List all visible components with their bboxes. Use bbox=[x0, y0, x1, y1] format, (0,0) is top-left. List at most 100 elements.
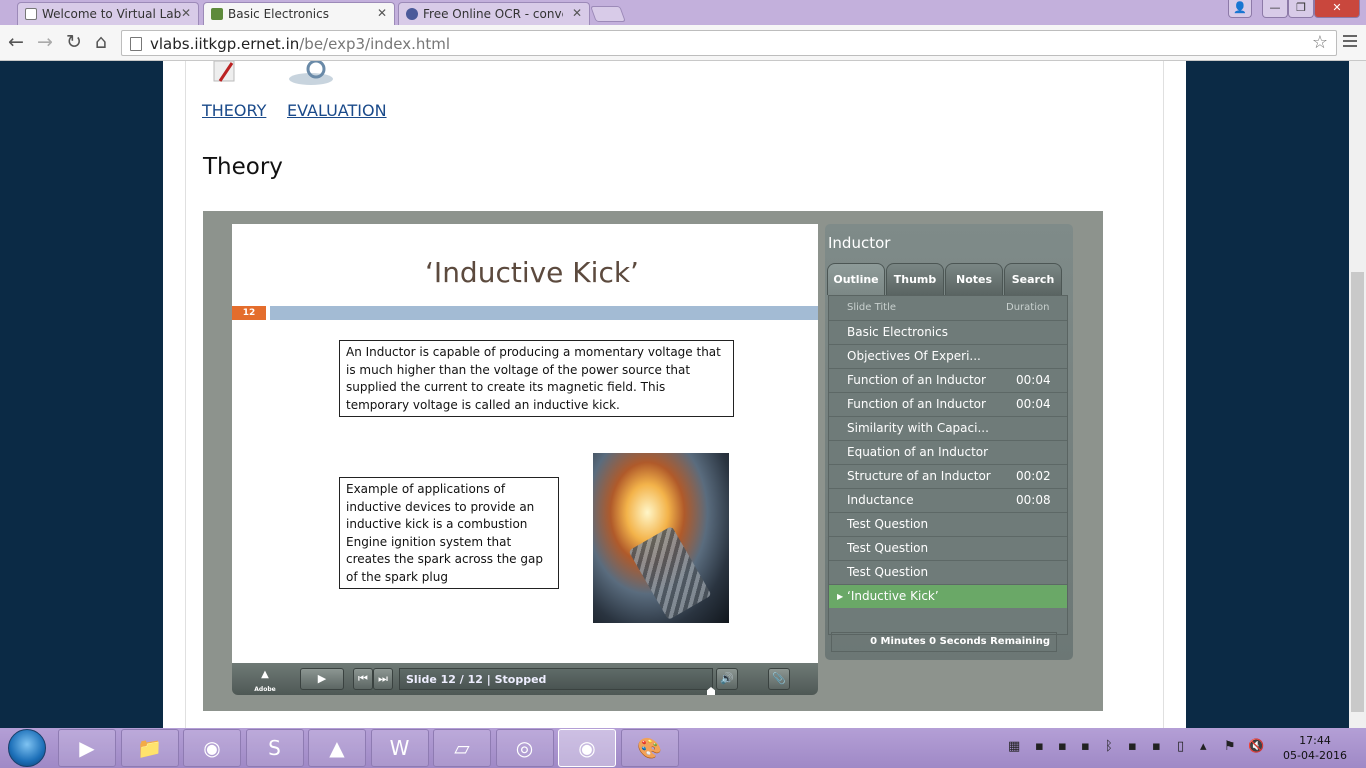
outline-row[interactable]: Test Question bbox=[829, 512, 1067, 536]
outline-row-title: Test Question bbox=[847, 517, 929, 531]
home-button[interactable]: ⌂ bbox=[95, 32, 107, 52]
tray-icon-4[interactable]: ▪ bbox=[1128, 739, 1137, 754]
skype-icon[interactable]: S bbox=[245, 729, 304, 767]
network-icon[interactable]: ▴ bbox=[1200, 739, 1207, 754]
tab-free-ocr[interactable]: Free Online OCR - convert ✕ bbox=[398, 2, 590, 25]
tab-basic-electronics[interactable]: Basic Electronics ✕ bbox=[203, 2, 395, 25]
evaluation-link[interactable]: EVALUATION bbox=[287, 101, 387, 120]
word-icon[interactable]: W bbox=[370, 729, 429, 767]
tab-label: Free Online OCR - convert bbox=[423, 7, 563, 21]
system-clock[interactable]: 17:44 05-04-2016 bbox=[1282, 733, 1348, 763]
tab-notes[interactable]: Notes bbox=[945, 263, 1003, 295]
show-desktop-tray-icon[interactable]: ▦ bbox=[1008, 739, 1020, 754]
chrome-active-icon[interactable]: ◉ bbox=[558, 729, 616, 767]
bluetooth-icon[interactable]: ᛒ bbox=[1105, 739, 1113, 754]
theory-nav-icon[interactable] bbox=[210, 61, 240, 86]
play-button[interactable]: ▶ bbox=[300, 668, 344, 690]
matlab-icon[interactable]: ▲ bbox=[308, 729, 366, 767]
outline-row[interactable]: Basic Electronics bbox=[829, 320, 1067, 344]
new-tab-button[interactable] bbox=[590, 6, 626, 22]
windows-taskbar: ▶ 📁 ◉ S ▲ W ▱ ◎ ◉ 🎨 ▦ ▪ ▪ ▪ ᛒ ▪ ▪ ▯ ▴ ⚑ 🔇 17:44 0… bbox=[0, 728, 1366, 768]
slide-textbox-example: Example of applications of inductive dev… bbox=[339, 477, 559, 589]
outline-header-duration: Duration bbox=[1006, 302, 1050, 313]
paint-icon[interactable]: 🎨 bbox=[620, 729, 679, 767]
outline-row-current[interactable]: ▶ ‘Inductive Kick’ bbox=[829, 584, 1067, 608]
tab-thumb[interactable]: Thumb bbox=[886, 263, 944, 295]
page-scrollbar[interactable] bbox=[1349, 61, 1366, 728]
close-icon[interactable]: ✕ bbox=[181, 6, 191, 20]
outline-row[interactable]: Structure of an Inductor 00:02 bbox=[829, 464, 1067, 488]
close-icon[interactable]: ✕ bbox=[377, 6, 387, 20]
volume-button[interactable]: 🔊 bbox=[716, 668, 738, 690]
firefox-icon[interactable]: ◎ bbox=[495, 729, 554, 767]
outline-row[interactable]: Function of an Inductor 00:04 bbox=[829, 368, 1067, 392]
evaluation-nav-icon[interactable] bbox=[286, 61, 336, 86]
outline-row-title: Equation of an Inductor bbox=[847, 445, 989, 459]
notepad-icon[interactable]: ▱ bbox=[433, 729, 491, 767]
outline-row[interactable]: Objectives Of Experi... bbox=[829, 344, 1067, 368]
outline-row-duration: 00:04 bbox=[1016, 397, 1051, 411]
battery-icon[interactable]: ▯ bbox=[1177, 739, 1184, 754]
tab-search[interactable]: Search bbox=[1004, 263, 1062, 295]
current-slide-caret-icon: ▶ bbox=[837, 592, 844, 601]
close-window-button[interactable]: ✕ bbox=[1314, 0, 1360, 18]
tab-label: Welcome to Virtual Labor bbox=[42, 7, 182, 21]
outline-row[interactable]: Equation of an Inductor bbox=[829, 440, 1067, 464]
outline-row-title: Function of an Inductor bbox=[847, 373, 986, 387]
tray-icon-5[interactable]: ▪ bbox=[1152, 739, 1161, 754]
theory-link[interactable]: THEORY bbox=[202, 101, 266, 120]
tab-strip: Welcome to Virtual Labor ✕ Basic Electro… bbox=[0, 0, 1366, 25]
url-text[interactable]: vlabs.iitkgp.ernet.in/be/exp3/index.html bbox=[150, 35, 450, 53]
tab-outline[interactable]: Outline bbox=[827, 263, 885, 295]
page-viewport: THEORY EVALUATION Theory ‘Inductive Kick… bbox=[0, 61, 1349, 728]
page-body: THEORY EVALUATION Theory ‘Inductive Kick… bbox=[163, 61, 1186, 728]
user-icon[interactable]: 👤 bbox=[1228, 0, 1252, 18]
outline-row-duration: 00:02 bbox=[1016, 469, 1051, 483]
close-icon[interactable]: ✕ bbox=[572, 6, 582, 20]
next-slide-button[interactable]: ⏭ bbox=[373, 668, 393, 690]
vlabs-favicon-icon bbox=[211, 8, 223, 20]
outline-row[interactable]: Test Question bbox=[829, 536, 1067, 560]
volume-muted-icon[interactable]: 🔇 bbox=[1248, 739, 1264, 754]
clock-date: 05-04-2016 bbox=[1283, 749, 1347, 762]
bookmark-star-icon[interactable]: ☆ bbox=[1312, 32, 1328, 53]
action-center-icon[interactable]: ⚑ bbox=[1224, 739, 1236, 754]
minimize-button[interactable]: — bbox=[1262, 0, 1288, 18]
outline-list: Slide Title Duration Basic Electronics Ob… bbox=[828, 295, 1068, 635]
url-path: /be/exp3/index.html bbox=[299, 35, 451, 53]
outline-row-title: Structure of an Inductor bbox=[847, 469, 991, 483]
maximize-button[interactable]: ❐ bbox=[1288, 0, 1314, 18]
outline-row[interactable]: Inductance 00:08 bbox=[829, 488, 1067, 512]
attachments-button[interactable]: 📎 bbox=[768, 668, 790, 690]
outline-row[interactable]: Test Question bbox=[829, 560, 1067, 584]
previous-slide-button[interactable]: ⏮ bbox=[353, 668, 373, 690]
forward-button[interactable]: → bbox=[37, 32, 53, 52]
outline-row[interactable]: Function of an Inductor 00:04 bbox=[829, 392, 1067, 416]
sidebar-title: Inductor bbox=[828, 234, 891, 252]
tab-welcome[interactable]: Welcome to Virtual Labor ✕ bbox=[17, 2, 199, 25]
slide-number-badge: 12 bbox=[232, 306, 266, 320]
tray-icon-1[interactable]: ▪ bbox=[1035, 739, 1044, 754]
content-column: THEORY EVALUATION Theory ‘Inductive Kick… bbox=[185, 61, 1164, 728]
outline-row-title: Similarity with Capaci... bbox=[847, 421, 989, 435]
ocr-favicon-icon bbox=[406, 8, 418, 20]
tray-icon-3[interactable]: ▪ bbox=[1081, 739, 1090, 754]
outline-row[interactable]: Similarity with Capaci... bbox=[829, 416, 1067, 440]
file-explorer-icon[interactable]: 📁 bbox=[120, 729, 179, 767]
address-bar[interactable]: vlabs.iitkgp.ernet.in/be/exp3/index.html… bbox=[121, 30, 1337, 56]
adobe-logo-text: Adobe bbox=[254, 686, 276, 693]
menu-icon[interactable] bbox=[1343, 35, 1357, 50]
slide-progress-bar[interactable]: Slide 12 / 12 | Stopped bbox=[399, 668, 713, 690]
document-icon bbox=[25, 8, 37, 20]
spark-plug-image bbox=[593, 453, 729, 623]
tray-icon-2[interactable]: ▪ bbox=[1058, 739, 1067, 754]
reload-button[interactable]: ↻ bbox=[66, 32, 82, 52]
slide-title: ‘Inductive Kick’ bbox=[425, 256, 639, 289]
outline-row-title: Objectives Of Experi... bbox=[847, 349, 981, 363]
media-player-icon[interactable]: ▶ bbox=[58, 729, 116, 767]
chrome-icon[interactable]: ◉ bbox=[183, 729, 241, 767]
outline-row-title: ‘Inductive Kick’ bbox=[847, 589, 939, 603]
scrollbar-thumb[interactable] bbox=[1351, 272, 1364, 712]
start-button[interactable] bbox=[8, 729, 46, 767]
back-button[interactable]: ← bbox=[8, 32, 24, 52]
